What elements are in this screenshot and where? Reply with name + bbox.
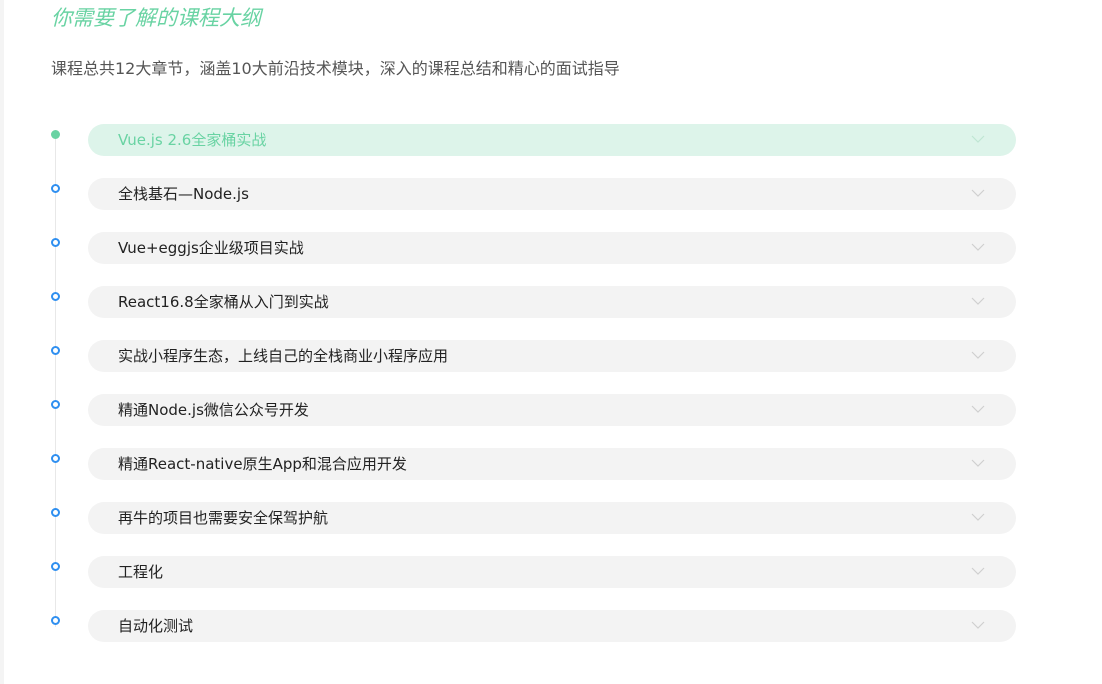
timeline-dot xyxy=(51,292,60,301)
chapter-item: 自动化测试 xyxy=(0,610,1102,642)
chevron-down-icon[interactable] xyxy=(971,186,985,200)
chapter-label: 工程化 xyxy=(118,563,164,581)
chevron-down-icon[interactable] xyxy=(971,294,985,308)
chapter-toggle-button[interactable]: 实战小程序生态，上线自己的全栈商业小程序应用 xyxy=(88,340,1016,372)
timeline-dot xyxy=(51,400,60,409)
timeline-dot xyxy=(51,238,60,247)
chapter-label: 实战小程序生态，上线自己的全栈商业小程序应用 xyxy=(118,347,449,365)
chapter-toggle-button[interactable]: 工程化 xyxy=(88,556,1016,588)
timeline-dot xyxy=(51,616,60,625)
chapter-label: 精通React-native原生App和混合应用开发 xyxy=(118,455,407,473)
chevron-down-icon[interactable] xyxy=(971,618,985,632)
chapter-item: 全栈基石—Node.js xyxy=(0,178,1102,210)
chapter-item: React16.8全家桶从入门到实战 xyxy=(0,286,1102,318)
chapter-label: 自动化测试 xyxy=(118,617,194,635)
timeline-dot xyxy=(51,508,60,517)
chapter-label: React16.8全家桶从入门到实战 xyxy=(118,293,329,311)
chapter-toggle-button[interactable]: 精通Node.js微信公众号开发 xyxy=(88,394,1016,426)
chapter-list: Vue.js 2.6全家桶实战 全栈基石—Node.js Vue+eggjs企业级项… xyxy=(0,0,1102,684)
chevron-down-icon[interactable] xyxy=(971,402,985,416)
chapter-item: 实战小程序生态，上线自己的全栈商业小程序应用 xyxy=(0,340,1102,372)
chapter-toggle-button[interactable]: Vue.js 2.6全家桶实战 xyxy=(88,124,1016,156)
chevron-down-icon[interactable] xyxy=(971,348,985,362)
timeline-dot xyxy=(51,130,60,139)
chapter-toggle-button[interactable]: Vue+eggjs企业级项目实战 xyxy=(88,232,1016,264)
timeline-dot xyxy=(51,184,60,193)
chapter-item: 精通Node.js微信公众号开发 xyxy=(0,394,1102,426)
timeline-dot xyxy=(51,562,60,571)
chevron-down-icon[interactable] xyxy=(971,564,985,578)
chapter-label: Vue.js 2.6全家桶实战 xyxy=(118,131,267,149)
course-outline-page: 你需要了解的课程大纲 课程总共12大章节，涵盖10大前沿技术模块，深入的课程总结… xyxy=(0,0,1102,684)
chapter-toggle-button[interactable]: 全栈基石—Node.js xyxy=(88,178,1016,210)
chapter-label: 全栈基石—Node.js xyxy=(118,185,249,203)
chapter-toggle-button[interactable]: 再牛的项目也需要安全保驾护航 xyxy=(88,502,1016,534)
chapter-item: 精通React-native原生App和混合应用开发 xyxy=(0,448,1102,480)
timeline-dot xyxy=(51,346,60,355)
chapter-item: Vue+eggjs企业级项目实战 xyxy=(0,232,1102,264)
chapter-item: 工程化 xyxy=(0,556,1102,588)
chapter-item: Vue.js 2.6全家桶实战 xyxy=(0,124,1102,156)
chevron-down-icon[interactable] xyxy=(971,132,985,146)
chapter-item: 再牛的项目也需要安全保驾护航 xyxy=(0,502,1102,534)
chapter-toggle-button[interactable]: 自动化测试 xyxy=(88,610,1016,642)
chapter-toggle-button[interactable]: React16.8全家桶从入门到实战 xyxy=(88,286,1016,318)
chapter-label: 精通Node.js微信公众号开发 xyxy=(118,401,309,419)
chevron-down-icon[interactable] xyxy=(971,240,985,254)
chevron-down-icon[interactable] xyxy=(971,510,985,524)
timeline-dot xyxy=(51,454,60,463)
chapter-label: 再牛的项目也需要安全保驾护航 xyxy=(118,509,329,527)
chevron-down-icon[interactable] xyxy=(971,456,985,470)
chapter-toggle-button[interactable]: 精通React-native原生App和混合应用开发 xyxy=(88,448,1016,480)
chapter-label: Vue+eggjs企业级项目实战 xyxy=(118,239,304,257)
